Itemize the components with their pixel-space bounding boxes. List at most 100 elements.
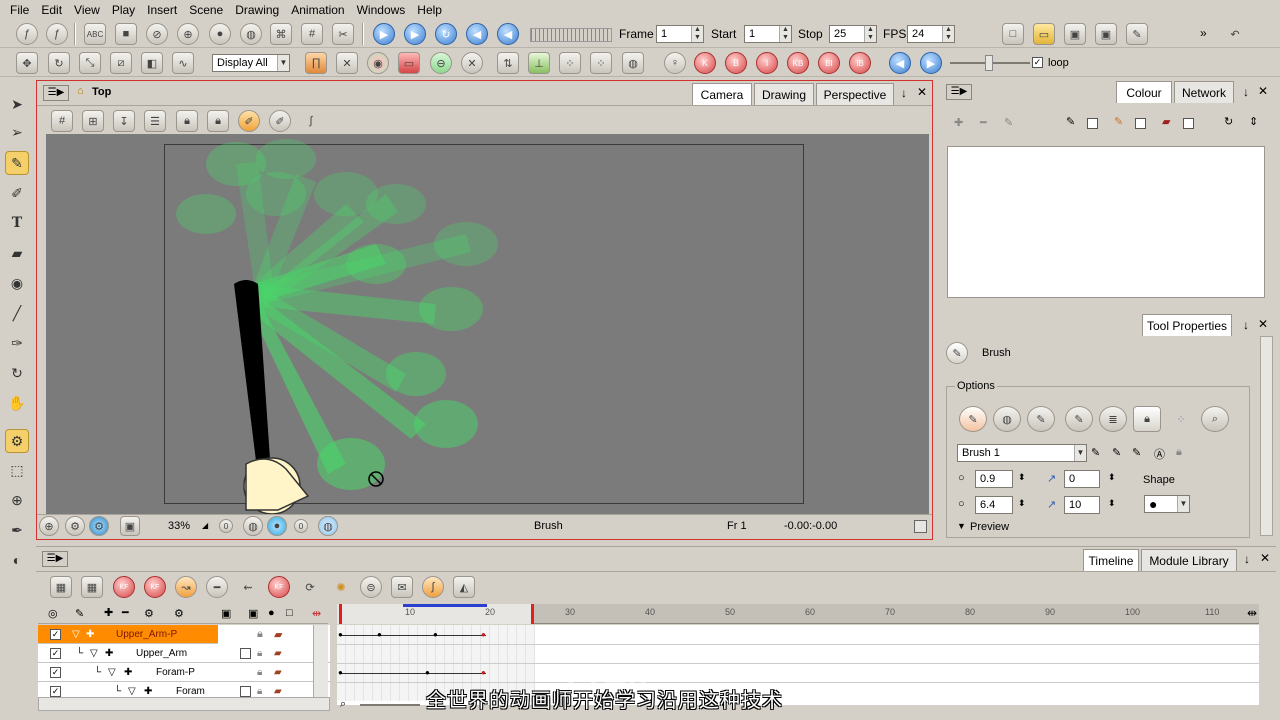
bone-tool-icon[interactable]: ⚙ (5, 429, 29, 453)
spin-arrows-icon[interactable]: ⬍ (1108, 498, 1116, 509)
curve-icon[interactable]: ∫ (422, 576, 444, 598)
fps-field[interactable]: 24 ▲ ▼ (907, 25, 955, 43)
magnifier-icon[interactable]: ⌕ (1201, 406, 1229, 432)
scene-icon[interactable]: ◐ (5, 548, 29, 572)
render-icon[interactable]: ▣ (120, 516, 140, 536)
panel-menu-icon[interactable]: ☰▶ (946, 84, 972, 100)
spin-arrows-icon[interactable]: ⬍ (1108, 472, 1116, 483)
onion-skin-icon[interactable]: ⊖ (430, 52, 452, 74)
rotate-icon[interactable]: ↻ (48, 52, 70, 74)
outline-icon[interactable]: □ (286, 607, 293, 619)
open-folder-icon[interactable]: ▭ (1033, 23, 1055, 45)
pegs-icon[interactable]: ⊥ (528, 52, 550, 74)
pivot-icon[interactable]: ⊕ (5, 488, 29, 512)
i-key-icon[interactable]: I (756, 52, 778, 74)
layer-visible-checkbox[interactable]: ✓ (50, 685, 61, 697)
spline-icon[interactable]: ∿ (172, 52, 194, 74)
camera-view-icon[interactable]: ⊕ (39, 516, 59, 536)
sound-wave-icon[interactable]: ◭ (453, 576, 475, 598)
preset-delete-icon[interactable]: ✎ (1132, 446, 1141, 459)
lock-orange-icon[interactable]: ∏ (305, 52, 327, 74)
rotate-reset-icon[interactable]: ◍ (243, 516, 263, 536)
add-peg-icon[interactable]: ▦ (81, 576, 103, 598)
spin-arrows-icon[interactable]: ⬍ (1018, 472, 1026, 483)
tab-tool-properties[interactable]: Tool Properties (1142, 314, 1232, 336)
stop-motion-icon[interactable]: ━ (206, 576, 228, 598)
tab-perspective[interactable]: Perspective (816, 83, 894, 105)
transform-icon[interactable]: ƒ (16, 23, 38, 45)
auto-flatten-icon[interactable]: ✎ (1065, 406, 1093, 432)
dotted-icon[interactable]: ⁘ (559, 52, 581, 74)
dropper-icon[interactable]: ✑ (5, 331, 29, 355)
preset-edit-icon[interactable]: ✎ (1112, 446, 1121, 459)
skew-icon[interactable]: ⧄ (110, 52, 132, 74)
lock-icon[interactable]: 🔒︎ (257, 667, 262, 678)
tab-colour[interactable]: Colour (1116, 81, 1172, 103)
zoom-caret-icon[interactable]: ◢ (202, 521, 208, 530)
crosshair-icon[interactable]: ⊕ (177, 23, 199, 45)
keyframe-icon[interactable]: ● (338, 668, 343, 677)
onion-toggle-icon[interactable]: ⊜ (360, 576, 382, 598)
zoom-out-icon[interactable]: ⌕ (340, 698, 346, 711)
preview-expand-icon[interactable]: ▼ (957, 521, 966, 531)
layer-visible-checkbox[interactable]: ✓ (50, 666, 61, 678)
hand-icon[interactable]: ✋ (5, 391, 29, 415)
select-arrow-icon[interactable]: ➤ (5, 92, 29, 116)
no-entry-icon[interactable]: ⊘ (146, 23, 168, 45)
ease-icon[interactable]: ⇜ (237, 576, 259, 598)
layer-color-icon[interactable]: ▰ (274, 686, 282, 697)
drawing-stage[interactable] (46, 134, 929, 514)
layer-visible-checkbox[interactable]: ✓ (50, 628, 61, 640)
swatch-edit-icon[interactable]: ✎ (1004, 116, 1013, 129)
spin-arrows-icon[interactable]: ▲ ▼ (942, 26, 954, 42)
grid-pattern-icon[interactable]: ⁘ (1167, 406, 1195, 432)
sound-icon[interactable]: ◀ (466, 23, 488, 45)
keyframe-icon[interactable]: ● (338, 630, 343, 639)
frame-ruler[interactable]: 10 20 30 40 50 60 70 80 90 100 110 ⇹ (337, 604, 1259, 624)
remove-layer-icon[interactable]: ━ (122, 606, 129, 619)
shape-select[interactable]: ● ▼ (1144, 495, 1190, 513)
pan-icon[interactable]: ◍ (318, 516, 338, 536)
blue-dot-icon[interactable]: ● (267, 516, 287, 536)
menu-windows[interactable]: Windows (351, 3, 412, 17)
playhead[interactable] (339, 604, 342, 624)
pin-icon[interactable]: ↓ (1243, 85, 1249, 99)
thumbnail-icon[interactable]: ▣ (248, 607, 258, 620)
sort-icon[interactable]: ⇕ (1249, 115, 1258, 128)
sparkle-icon[interactable]: ✺ (330, 576, 352, 598)
tab-module-library[interactable]: Module Library (1141, 549, 1237, 571)
menu-play[interactable]: Play (106, 3, 141, 17)
preview-label[interactable]: Preview (970, 521, 1009, 533)
line-texture-icon[interactable]: ≣ (1099, 406, 1127, 432)
chevron-down-icon[interactable]: ▼ (277, 55, 289, 71)
layer-color-icon[interactable]: ▰ (274, 648, 282, 659)
function-icon[interactable]: ƒ (46, 23, 68, 45)
menu-scene[interactable]: Scene (183, 3, 229, 17)
layer-settings-icon[interactable]: ⚙ (174, 607, 184, 620)
menu-help[interactable]: Help (411, 3, 448, 17)
scale-icon[interactable]: ⤡ (79, 52, 101, 74)
brush-tool-icon[interactable]: ✎ (5, 151, 29, 175)
loop-checkbox[interactable]: ✓ (1032, 57, 1043, 68)
layer-row[interactable]: ✓ ▽ ✚ Upper_Arm-P (38, 625, 218, 644)
chevron-down-icon[interactable]: ▼ (1074, 445, 1086, 461)
play-sound-icon[interactable]: ▶ (404, 23, 426, 45)
eraser-mode-icon[interactable]: ◍ (993, 406, 1021, 432)
frame-slider-handle[interactable] (985, 55, 993, 71)
pencil-icon[interactable]: ✐ (5, 181, 29, 205)
light-icon[interactable]: ● (209, 23, 231, 45)
next-frame-icon[interactable]: ▶ (920, 52, 942, 74)
smoothing-field[interactable]: 0 (1064, 470, 1100, 488)
close-icon[interactable]: ✕ (1258, 84, 1268, 98)
playback-slider[interactable] (530, 28, 612, 42)
reset-rotate-icon[interactable]: 0 (294, 519, 308, 533)
prev-frame-icon[interactable]: ◀ (889, 52, 911, 74)
move-icon[interactable]: ✥ (16, 52, 38, 74)
brush-mode-icon[interactable]: ✎ (959, 406, 987, 432)
overflow-chevron-icon[interactable]: » (1200, 26, 1207, 40)
zoom-level[interactable]: 33% (168, 520, 190, 532)
chevron-down-icon[interactable]: ▼ (1177, 496, 1189, 512)
panel-menu-icon[interactable]: ☰▶ (43, 85, 69, 101)
ib-key-icon[interactable]: IB (849, 52, 871, 74)
add-colour-icon[interactable]: ✚ (954, 116, 963, 129)
